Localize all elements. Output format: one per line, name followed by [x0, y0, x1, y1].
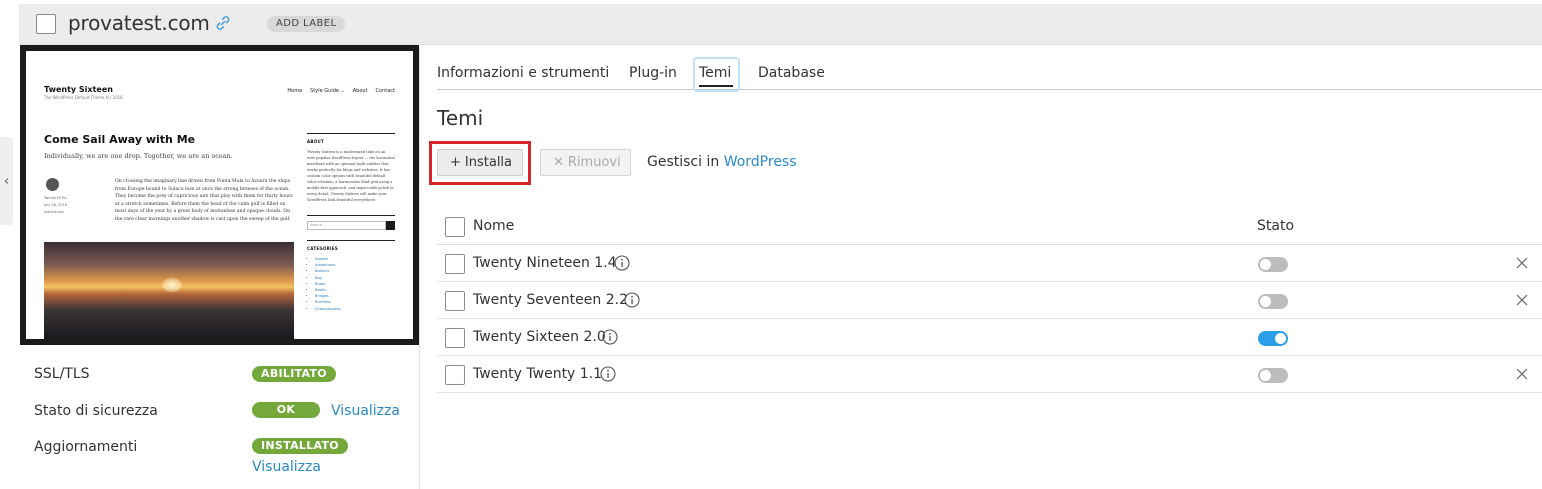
security-status-badge: OK — [252, 402, 320, 418]
theme-activate-toggle[interactable] — [1258, 294, 1288, 309]
table-row: Twenty Twenty 1.1 — [437, 356, 1542, 393]
preview-nav-item: Home — [287, 88, 303, 94]
close-icon[interactable] — [1515, 256, 1529, 270]
site-info-panel: Twenty Sixteen The WordPress Default The… — [19, 45, 420, 489]
info-icon[interactable] — [600, 366, 616, 382]
site-title[interactable]: provatest.com — [68, 11, 210, 35]
theme-name: Twenty Twenty 1.1 — [473, 366, 603, 382]
preview-post-meta: Twenty16 Fix July 18, 2016 Adventures — [44, 196, 67, 214]
toggle-knob — [1260, 370, 1271, 381]
left-strip — [0, 0, 19, 489]
column-state-header: Stato — [1257, 218, 1295, 234]
preview-about-text: Twenty Sixteen is a modernized take on a… — [307, 150, 395, 202]
theme-activate-toggle[interactable] — [1258, 331, 1288, 346]
updates-view-link[interactable]: Visualizza — [252, 459, 321, 475]
row-checkbox[interactable] — [445, 328, 465, 348]
security-label: Stato di sicurezza — [34, 403, 158, 419]
tab-themes[interactable]: Temi — [699, 65, 731, 81]
remove-button-label: Rimuovi — [567, 155, 621, 170]
site-header: provatest.com ADD LABEL — [19, 4, 1542, 45]
add-label-button[interactable]: ADD LABEL — [267, 16, 346, 32]
updates-status-badge: INSTALLATO — [252, 438, 348, 454]
preview-categories-heading: CATEGORIES — [307, 246, 339, 251]
preview-search: Search ... — [307, 221, 395, 230]
tab-plugins[interactable]: Plug-in — [629, 65, 677, 81]
preview-search-icon — [386, 221, 395, 230]
preview-divider — [307, 240, 395, 241]
remove-button[interactable]: ✕ Rimuovi — [540, 149, 631, 176]
preview-categories-list: Abroad Adventures Balance Bay Boats Book… — [307, 256, 395, 312]
page-title: Temi — [437, 106, 484, 130]
preview-divider — [307, 215, 395, 216]
plus-icon: + — [450, 155, 461, 170]
install-button-label: Installa — [464, 155, 513, 170]
preview-excerpt: Individually, we are one drop. Together,… — [44, 152, 233, 160]
collapse-panel-button[interactable]: ‹ — [0, 137, 13, 225]
preview-sunset-image — [44, 242, 294, 339]
site-preview-thumbnail[interactable]: Twenty Sixteen The WordPress Default The… — [20, 45, 419, 345]
info-icon[interactable] — [614, 255, 630, 271]
table-header: Nome Stato — [437, 208, 1542, 245]
chevron-left-icon: ‹ — [3, 173, 10, 189]
row-checkbox[interactable] — [445, 254, 465, 274]
toggle-knob — [1260, 296, 1271, 307]
preview-nav-item: Style Guide ⌄ — [310, 88, 345, 94]
theme-activate-toggle[interactable] — [1258, 257, 1288, 272]
table-row: Twenty Seventeen 2.2 — [437, 282, 1542, 319]
close-icon[interactable] — [1515, 293, 1529, 307]
tab-active-indicator — [699, 85, 733, 87]
preview-tagline: The WordPress Default Theme for 2016 — [44, 95, 123, 100]
preview-sidebar: ABOUT Twenty Sixteen is a modernized tak… — [307, 133, 395, 312]
install-button[interactable]: + Installa — [437, 149, 523, 176]
security-view-link[interactable]: Visualizza — [331, 403, 400, 419]
tab-info-tools[interactable]: Informazioni e strumenti — [437, 65, 609, 81]
select-all-themes-checkbox[interactable] — [445, 217, 465, 237]
preview-category: Championship — [315, 306, 395, 312]
info-icon[interactable] — [624, 292, 640, 308]
ssl-label: SSL/TLS — [34, 366, 90, 382]
info-icon[interactable] — [602, 329, 618, 345]
site-select-checkbox[interactable] — [36, 14, 56, 34]
preview-nav-item: About — [352, 88, 368, 94]
preview-post-title: Come Sail Away with Me — [44, 133, 196, 146]
theme-name: Twenty Sixteen 2.0 — [473, 329, 606, 345]
toggle-knob — [1275, 333, 1286, 344]
table-row: Twenty Nineteen 1.4 — [437, 245, 1542, 282]
row-checkbox[interactable] — [445, 365, 465, 385]
ssl-status-badge: ABILITATO — [252, 366, 336, 382]
preview-about-heading: ABOUT — [307, 139, 325, 144]
toggle-knob — [1260, 259, 1271, 270]
preview-post-body: On crossing the imaginary line drawn fro… — [115, 179, 293, 222]
themes-table: Nome Stato Twenty Nineteen 1.4 Twenty Se… — [437, 208, 1542, 393]
preview-divider — [307, 133, 395, 134]
preview-nav-item: Contact — [375, 88, 395, 94]
preview-site-title: Twenty Sixteen — [44, 85, 113, 94]
close-icon: ✕ — [553, 155, 564, 170]
wordpress-link[interactable]: WordPress — [724, 154, 797, 170]
preview-search-box: Search ... — [307, 221, 386, 230]
close-icon[interactable] — [1515, 367, 1529, 381]
tab-database[interactable]: Database — [758, 65, 825, 81]
manage-prefix: Gestisci in — [647, 154, 720, 170]
tab-bar: Informazioni e strumenti Plug-in Temi Da… — [437, 56, 1542, 92]
preview-nav: Home Style Guide ⌄ About Contact — [287, 88, 395, 94]
manage-in-wordpress: Gestisci in WordPress — [647, 154, 797, 170]
theme-name: Twenty Nineteen 1.4 — [473, 255, 617, 271]
theme-name: Twenty Seventeen 2.2 — [473, 292, 628, 308]
link-icon[interactable] — [214, 14, 232, 32]
updates-label: Aggiornamenti — [34, 439, 138, 455]
column-name-header[interactable]: Nome — [473, 218, 514, 234]
row-checkbox[interactable] — [445, 291, 465, 311]
theme-activate-toggle[interactable] — [1258, 368, 1288, 383]
preview-sun — [162, 278, 182, 292]
preview-avatar — [46, 178, 59, 191]
table-row: Twenty Sixteen 2.0 — [437, 319, 1542, 356]
